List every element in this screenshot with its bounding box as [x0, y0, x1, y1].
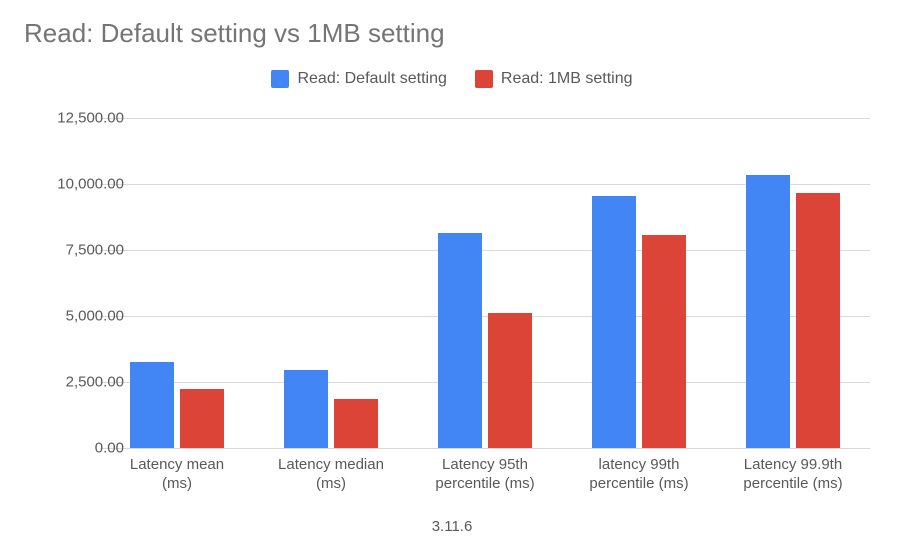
y-tick-label: 10,000.00: [34, 176, 124, 193]
plot-area: [100, 118, 870, 448]
x-tick-label: Latency mean(ms): [100, 456, 254, 494]
y-tick-label: 7,500.00: [34, 242, 124, 259]
x-axis-title: 3.11.6: [0, 518, 904, 535]
bars-container: [100, 118, 870, 448]
bar: [592, 196, 636, 448]
bar-group: [562, 118, 716, 448]
legend-swatch-1: [475, 70, 493, 88]
bar: [438, 233, 482, 448]
bar: [284, 370, 328, 448]
legend-item-series-0: Read: Default setting: [271, 70, 446, 88]
x-tick-label: Latency 95thpercentile (ms): [408, 456, 562, 494]
x-tick-label: latency 99thpercentile (ms): [562, 456, 716, 494]
y-tick-label: 0.00: [34, 440, 124, 457]
bar-group: [716, 118, 870, 448]
legend-swatch-0: [271, 70, 289, 88]
x-tick-label: Latency median(ms): [254, 456, 408, 494]
y-tick-label: 2,500.00: [34, 374, 124, 391]
bar: [334, 399, 378, 448]
gridline: [100, 448, 870, 449]
bar-group: [254, 118, 408, 448]
bar: [488, 313, 532, 448]
bar-group: [100, 118, 254, 448]
legend-item-series-1: Read: 1MB setting: [475, 70, 633, 88]
bar: [130, 362, 174, 448]
legend: Read: Default setting Read: 1MB setting: [0, 70, 904, 88]
legend-label-1: Read: 1MB setting: [501, 70, 633, 88]
x-axis-labels: Latency mean(ms)Latency median(ms)Latenc…: [100, 456, 870, 494]
bar-group: [408, 118, 562, 448]
y-tick-label: 12,500.00: [34, 110, 124, 127]
chart-title: Read: Default setting vs 1MB setting: [24, 18, 445, 49]
y-tick-label: 5,000.00: [34, 308, 124, 325]
bar: [642, 235, 686, 448]
bar: [180, 389, 224, 448]
bar: [746, 175, 790, 448]
legend-label-0: Read: Default setting: [297, 70, 446, 88]
x-tick-label: Latency 99.9thpercentile (ms): [716, 456, 870, 494]
bar: [796, 193, 840, 448]
